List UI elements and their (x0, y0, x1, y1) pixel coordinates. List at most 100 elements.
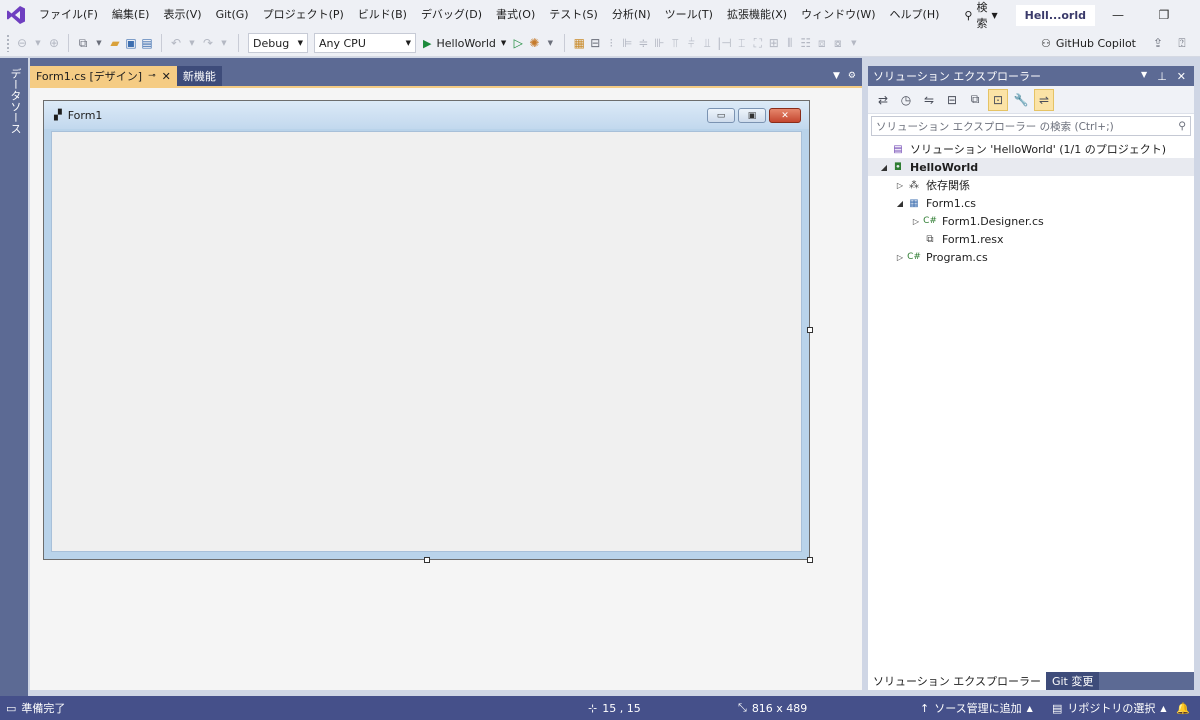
menu-edit[interactable]: 編集(E) (105, 0, 157, 30)
same-height-icon[interactable]: ⌶ (734, 32, 750, 54)
horizontal-spacing-icon[interactable]: ⫴ (782, 32, 798, 54)
show-all-files-icon[interactable]: ⧉ (965, 89, 985, 111)
menu-debug[interactable]: デバッグ(D) (414, 0, 489, 30)
add-to-source-control-button[interactable]: ↑ ソース管理に追加 ▲ (920, 700, 1033, 716)
platform-select[interactable]: Any CPU ▼ (314, 33, 416, 53)
align-lefts-icon[interactable]: ⊫ (619, 32, 635, 54)
tree-node[interactable]: ⧉ Form1.resx (868, 230, 1194, 248)
tree-node[interactable]: ◢ ◘ HelloWorld (868, 158, 1194, 176)
undo-icon[interactable]: ↶ (168, 32, 184, 54)
menu-help[interactable]: ヘルプ(H) (883, 0, 947, 30)
size-to-grid-icon[interactable]: ⊞ (766, 32, 782, 54)
menu-format[interactable]: 書式(O) (489, 0, 542, 30)
chevron-down-icon[interactable]: ▼ (216, 32, 232, 54)
pin-icon[interactable]: ⊸ (148, 71, 156, 81)
hot-reload-icon[interactable]: ✺ (526, 32, 542, 54)
select-repository-button[interactable]: ▤ リポジトリの選択 ▲ (1052, 700, 1167, 716)
redo-icon[interactable]: ↷ (200, 32, 216, 54)
minimize-icon[interactable]: ▭ (707, 108, 735, 123)
toolbar-grip[interactable] (6, 34, 10, 52)
tree-node[interactable]: ◢ ▦ Form1.cs (868, 194, 1194, 212)
close-icon[interactable]: ✕ (162, 70, 171, 83)
sync-icon[interactable]: ⇋ (919, 89, 939, 111)
solution-search-input[interactable]: ソリューション エクスプローラー の検索 (Ctrl+;) ⚲ (871, 116, 1191, 136)
tab-whats-new[interactable]: 新機能 (176, 66, 222, 86)
navigate-back-icon[interactable]: ⊖ (14, 32, 30, 54)
save-all-icon[interactable]: ▤ (139, 32, 155, 54)
close-icon[interactable]: ✕ (769, 108, 801, 123)
maximize-icon[interactable]: ▣ (738, 108, 766, 123)
expanded-chevron-icon[interactable]: ◢ (894, 199, 906, 208)
menu-window[interactable]: ウィンドウ(W) (794, 0, 882, 30)
feedback-icon[interactable]: ⍰ (1174, 32, 1190, 54)
tab-list-dropdown-icon[interactable]: ▼ (833, 71, 840, 81)
configuration-select[interactable]: Debug ▼ (248, 33, 308, 53)
align-tops-icon[interactable]: ⫪ (667, 32, 683, 54)
chevron-down-icon[interactable]: ▼ (846, 32, 862, 54)
collapse-all-icon[interactable]: ⊟ (942, 89, 962, 111)
tree-node[interactable]: ▤ ソリューション 'HelloWorld' (1/1 のプロジェクト) (868, 140, 1194, 158)
tab-solution-explorer[interactable]: ソリューション エクスプローラー (868, 672, 1046, 690)
menu-view[interactable]: 表示(V) (156, 0, 208, 30)
menu-build[interactable]: ビルド(B) (351, 0, 414, 30)
navigate-forward-icon[interactable]: ⊕ (46, 32, 62, 54)
solution-title-badge[interactable]: Hell...orld (1015, 4, 1095, 26)
pin-icon[interactable]: ⊥ (1157, 70, 1167, 83)
switch-views-icon[interactable]: ⇄ (873, 89, 893, 111)
collapsed-chevron-icon[interactable]: ▷ (894, 253, 906, 262)
menu-tools[interactable]: ツール(T) (658, 0, 720, 30)
tab-form1-design[interactable]: Form1.cs [デザイン] ⊸ ✕ (30, 66, 177, 86)
bring-to-front-icon[interactable]: ⧈ (814, 32, 830, 54)
save-icon[interactable]: ▣ (123, 32, 139, 54)
open-folder-icon[interactable]: ▰ (107, 32, 123, 54)
chevron-down-icon[interactable]: ▼ (30, 32, 46, 54)
browse-icon[interactable]: ▦ (571, 32, 587, 54)
data-sources-tab[interactable]: データソース (7, 68, 23, 134)
vertical-spacing-icon[interactable]: ☷ (798, 32, 814, 54)
resize-handle-corner[interactable] (807, 557, 813, 563)
menu-project[interactable]: プロジェクト(P) (256, 0, 351, 30)
form1-window[interactable]: ▞ Form1 ▭ ▣ ✕ (43, 100, 810, 560)
menu-file[interactable]: ファイル(F) (32, 0, 105, 30)
collapsed-chevron-icon[interactable]: ▷ (894, 181, 906, 190)
tree-node[interactable]: ▷ ⁂ 依存関係 (868, 176, 1194, 194)
restore-icon[interactable]: ❐ (1141, 0, 1187, 30)
align-grid-icon[interactable]: ⁝ (603, 32, 619, 54)
menu-test[interactable]: テスト(S) (542, 0, 605, 30)
align-bottoms-icon[interactable]: ⫫ (699, 32, 715, 54)
designer-surface[interactable]: ▞ Form1 ▭ ▣ ✕ (30, 88, 862, 690)
same-size-icon[interactable]: ⛶ (750, 32, 766, 54)
github-copilot-button[interactable]: ⚇ GitHub Copilot (1041, 37, 1136, 50)
close-icon[interactable]: ✕ (1187, 0, 1200, 30)
form1-client-area[interactable] (51, 131, 802, 552)
start-debugging-button[interactable]: ▶ HelloWorld ▼ (419, 37, 510, 50)
chevron-down-icon[interactable]: ▼ (184, 32, 200, 54)
align-middles-icon[interactable]: ⫩ (683, 32, 699, 54)
track-active-icon[interactable]: ⇌ (1034, 88, 1054, 111)
form1-title-bar[interactable]: ▞ Form1 (44, 101, 809, 129)
menu-git[interactable]: Git(G) (209, 0, 256, 30)
send-to-back-icon[interactable]: ⧇ (830, 32, 846, 54)
collapsed-chevron-icon[interactable]: ▷ (910, 217, 922, 226)
share-icon[interactable]: ⇪ (1150, 32, 1166, 54)
chevron-down-icon[interactable]: ▼ (91, 32, 107, 54)
start-without-debugging-icon[interactable]: ▷ (510, 32, 526, 54)
align-rights-icon[interactable]: ⊪ (651, 32, 667, 54)
menu-analyze[interactable]: 分析(N) (605, 0, 658, 30)
gear-icon[interactable]: ⚙ (848, 71, 856, 81)
new-project-icon[interactable]: ⧉ (75, 32, 91, 54)
tree-node[interactable]: ▷ C# Form1.Designer.cs (868, 212, 1194, 230)
close-icon[interactable]: ✕ (1177, 70, 1186, 83)
minimize-icon[interactable]: — (1095, 0, 1141, 30)
preview-selected-icon[interactable]: ⊡ (988, 88, 1008, 111)
tree-node[interactable]: ▷ C# Program.cs (868, 248, 1194, 266)
resize-handle-right[interactable] (807, 327, 813, 333)
pending-changes-icon[interactable]: ◷ (896, 89, 916, 111)
chevron-down-icon[interactable]: ▼ (542, 32, 558, 54)
search-button[interactable]: ⚲ 検索 ▼ (958, 0, 1003, 31)
chevron-down-icon[interactable]: ▼ (1141, 70, 1147, 83)
menu-extensions[interactable]: 拡張機能(X) (720, 0, 794, 30)
expanded-chevron-icon[interactable]: ◢ (878, 163, 890, 172)
notifications-icon[interactable]: 🔔 (1176, 702, 1190, 715)
properties-icon[interactable]: 🔧 (1011, 89, 1031, 111)
